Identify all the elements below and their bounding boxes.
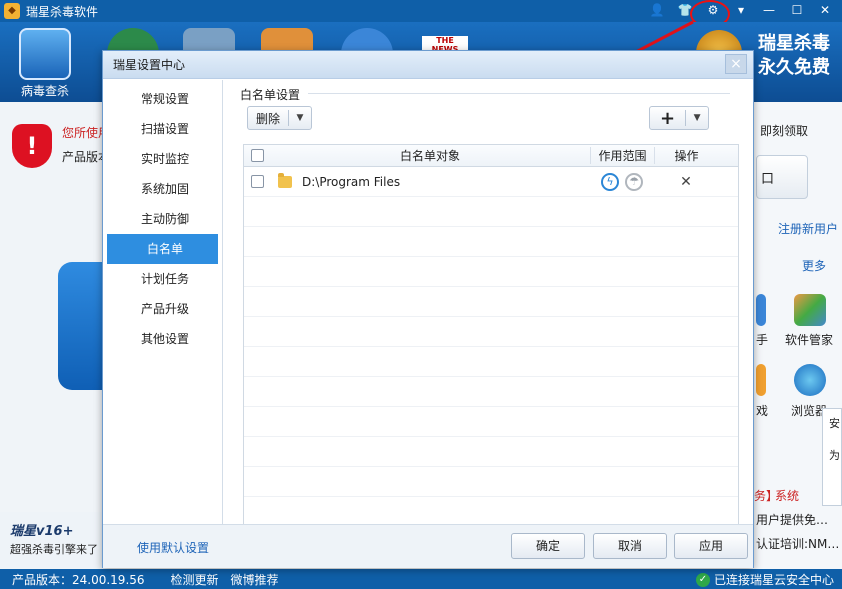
brand-slogan: 瑞星杀毒 永久免费	[758, 32, 830, 80]
row-path: D:\Program Files	[302, 174, 401, 189]
folder-icon	[278, 172, 292, 188]
sidebar-item-general[interactable]: 常规设置	[103, 84, 222, 114]
side-popup-text1: 安	[829, 417, 840, 430]
row-object-cell: D:\Program Files	[270, 172, 590, 189]
promo-subtitle: 超强杀毒引擎来了	[10, 543, 98, 556]
minimize-icon[interactable]: —	[756, 0, 782, 20]
software-manager-icon[interactable]	[794, 294, 826, 326]
row-check-cell	[244, 175, 270, 188]
empty-row	[244, 467, 738, 497]
brand-line-2: 永久免费	[758, 57, 830, 78]
row-op-cell: ✕	[654, 174, 718, 190]
empty-row	[244, 257, 738, 287]
app-title: 瑞星杀毒软件	[26, 4, 99, 19]
status-bar: 产品版本：24.00.19.56 检测更新 微博推荐 ✓ 已连接瑞星云安全中心	[0, 569, 842, 589]
add-icon: +	[660, 107, 676, 129]
empty-row	[244, 407, 738, 437]
sidebar-item-upgrade[interactable]: 产品升级	[103, 294, 222, 324]
nav-label: 病毒查杀	[20, 84, 69, 98]
dialog-titlebar: 瑞星设置中心	[103, 51, 753, 79]
empty-row	[244, 317, 738, 347]
dialog-title: 瑞星设置中心	[113, 58, 186, 72]
lightning-icon[interactable]: ϟ	[601, 172, 619, 191]
nav-virus-scan[interactable]: 病毒查杀	[8, 22, 82, 102]
sidebar-item-monitor[interactable]: 实时监控	[103, 144, 222, 174]
sidebar-item-scan[interactable]: 扫描设置	[103, 114, 222, 144]
menu-icon[interactable]: ▾	[728, 0, 754, 20]
add-button[interactable]: + ▼	[649, 106, 710, 130]
warning-shield-icon: !	[12, 124, 52, 168]
settings-main: 白名单设置 删除 ▼ + ▼ 白名单对象 作用范围 操作 D:\Program …	[224, 80, 754, 552]
settings-dialog: 瑞星设置中心 × 常规设置 扫描设置 实时监控 系统加固 主动防御 白名单 计划…	[102, 50, 754, 568]
delete-icon[interactable]: ✕	[680, 174, 692, 190]
brand-line-1: 瑞星杀毒	[758, 33, 830, 54]
more-link[interactable]: 更多	[802, 257, 826, 274]
table-header: 白名单对象 作用范围 操作	[244, 145, 738, 167]
delete-button[interactable]: 删除 ▼	[247, 106, 313, 130]
dialog-close-button[interactable]: ×	[725, 54, 747, 74]
game-icon[interactable]	[756, 364, 766, 396]
delete-label: 删除	[256, 111, 281, 126]
maximize-icon[interactable]: ☐	[784, 0, 810, 20]
receive-link[interactable]: 即刻领取	[760, 122, 808, 139]
apply-button[interactable]: 应用	[674, 533, 748, 559]
user-icon[interactable]: 👤	[644, 0, 670, 20]
header-scope: 作用范围	[590, 147, 654, 164]
app-logo-icon: ◆	[4, 3, 20, 19]
software-manager-label: 软件管家	[785, 333, 834, 347]
cancel-button[interactable]: 取消	[593, 533, 667, 559]
row-checkbox[interactable]	[250, 175, 264, 188]
chevron-down-icon[interactable]: ▼	[686, 113, 708, 123]
umbrella-icon[interactable]: ☂	[625, 172, 643, 191]
sidebar-item-defense[interactable]: 主动防御	[103, 204, 222, 234]
empty-row	[244, 347, 738, 377]
empty-row	[244, 287, 738, 317]
table-row[interactable]: D:\Program Files ϟ ☂ ✕	[244, 167, 738, 197]
helper-icon[interactable]	[756, 294, 766, 326]
news-item-2[interactable]: 认证培训:NM…	[756, 535, 839, 552]
cloud-connected-icon: ✓	[695, 572, 710, 587]
row-scope-cell: ϟ ☂	[590, 172, 654, 191]
promo-title: 瑞星v16+	[10, 524, 74, 539]
header-object: 白名单对象	[399, 149, 460, 163]
header-operation: 操作	[654, 147, 718, 164]
section-title: 白名单设置	[240, 88, 301, 102]
side-popup-text2: 为	[829, 449, 840, 462]
right-action-label: 口	[761, 172, 775, 187]
title-controls: 👤 👕 ⚙ ▾ — ☐ ✕	[644, 0, 838, 20]
browser-icon[interactable]	[794, 364, 826, 396]
restore-defaults-link[interactable]: 使用默认设置	[137, 539, 209, 556]
cloud-status: ✓ 已连接瑞星云安全中心	[695, 571, 834, 588]
sidebar-item-other[interactable]: 其他设置	[103, 324, 222, 354]
select-all-checkbox[interactable]	[250, 149, 264, 162]
register-link[interactable]: 注册新用户	[778, 220, 838, 237]
promo-banner[interactable]: 瑞星v16+ 超强杀毒引擎来了	[0, 512, 110, 568]
dialog-footer: 使用默认设置 确定 取消 应用	[103, 524, 753, 568]
weibo-link[interactable]: 微博推荐	[231, 571, 279, 588]
news-system[interactable]: 系统	[775, 487, 799, 504]
check-update-link[interactable]: 检测更新	[171, 571, 219, 588]
empty-row	[244, 197, 738, 227]
empty-row	[244, 227, 738, 257]
chevron-down-icon[interactable]: ▼	[289, 113, 311, 123]
sidebar-item-whitelist[interactable]: 白名单	[107, 234, 218, 264]
status-version: 产品版本：24.00.19.56	[12, 572, 145, 587]
cloud-status-text: 已连接瑞星云安全中心	[713, 573, 834, 587]
whitelist-table: 白名单对象 作用范围 操作 D:\Program Files ϟ ☂ ✕	[243, 144, 739, 552]
game-label: 戏	[756, 404, 769, 418]
helper-label: 手	[756, 333, 769, 347]
ok-button[interactable]: 确定	[511, 533, 585, 559]
close-icon[interactable]: ✕	[812, 0, 838, 20]
sidebar-item-schedule[interactable]: 计划任务	[103, 264, 222, 294]
news-item-1[interactable]: 用户提供免…	[756, 511, 828, 528]
virus-scan-icon	[19, 28, 71, 80]
side-popup: 安 为	[822, 408, 842, 506]
empty-row	[244, 437, 738, 467]
settings-sidebar: 常规设置 扫描设置 实时监控 系统加固 主动防御 白名单 计划任务 产品升级 其…	[103, 80, 223, 524]
sidebar-item-harden[interactable]: 系统加固	[103, 174, 222, 204]
section-divider	[308, 93, 730, 94]
header-check-cell	[244, 149, 270, 162]
right-action-button[interactable]: 口	[756, 155, 808, 199]
empty-row	[244, 377, 738, 407]
